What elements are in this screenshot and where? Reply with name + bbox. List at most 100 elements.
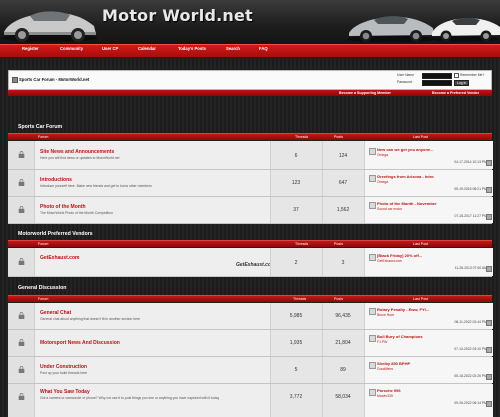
- post-icon: [369, 362, 376, 369]
- post-icon: [369, 254, 376, 261]
- last-post-title[interactable]: [Black Friday] 20% off...: [377, 253, 422, 258]
- login-button[interactable]: Log in: [454, 80, 470, 86]
- remember-checkbox[interactable]: [454, 73, 459, 78]
- last-post-cell: Greetings from Arizona - Intro Omega 05-…: [364, 170, 493, 196]
- sports-car-graphic-silver: [347, 16, 435, 43]
- last-post-user[interactable]: Bruce Hunt: [377, 313, 394, 317]
- nav-community[interactable]: Community: [60, 46, 83, 51]
- forum-title[interactable]: Motorsport News And Discussion: [40, 340, 120, 346]
- go-to-post-icon[interactable]: [486, 401, 492, 407]
- go-to-post-icon[interactable]: [486, 160, 492, 166]
- username-input[interactable]: [422, 73, 452, 79]
- nav-user-cp[interactable]: User CP: [102, 46, 118, 51]
- forum-title[interactable]: GetExhaust.com: [40, 255, 79, 261]
- forum-lock-icon: [18, 393, 25, 400]
- forum-row: General Chat General chat about anything…: [8, 303, 493, 330]
- forum-title[interactable]: Under Construction: [40, 364, 87, 370]
- last-post-title[interactable]: Greetings from Arizona - Intro: [377, 174, 434, 179]
- last-post-cell: Photo of the Month - November Sound car …: [364, 197, 493, 223]
- post-icon: [369, 389, 376, 396]
- post-count: 58,034: [335, 394, 351, 400]
- last-post-title[interactable]: Bull Bury of Champions: [377, 334, 423, 339]
- last-post-title[interactable]: Photo of the Month - November: [377, 201, 437, 206]
- last-post-cell: Porsche 996 Marvin335 09-26-2022 06:14 P…: [364, 384, 493, 417]
- last-post-cell: New can we get you anyone... Omega 04-17…: [364, 141, 493, 169]
- forum-lock-icon: [18, 258, 25, 265]
- post-icon: [369, 148, 376, 155]
- go-to-post-icon[interactable]: [486, 214, 492, 220]
- last-post-cell: Bull Bury of Champions F1 PW 07-14-2022 …: [364, 330, 493, 356]
- forum-lock-icon: [18, 179, 25, 186]
- forum-description: General chat about anything that doesn't…: [40, 317, 140, 321]
- password-label: Password: [397, 80, 412, 84]
- forum-title[interactable]: Introductions: [40, 177, 72, 183]
- last-post-user[interactable]: Goodlifevs: [377, 367, 393, 371]
- forum-description: Post up your build threads here: [40, 371, 88, 375]
- post-icon: [369, 335, 376, 342]
- last-post-cell: [Black Friday] 20% off... GetExhaust.com…: [364, 248, 493, 276]
- thread-count: 2: [294, 260, 298, 266]
- home-icon[interactable]: [12, 77, 18, 83]
- category-title-general-discussion[interactable]: General Discussion: [18, 285, 66, 291]
- last-post-user[interactable]: Marvin335: [377, 394, 393, 398]
- last-post-user[interactable]: GetExhaust.com: [377, 259, 402, 263]
- col-threads-label: Threads: [295, 241, 309, 246]
- last-post-date: 05-19-2015 08:21 PM: [454, 187, 487, 191]
- sports-car-graphic-white: [432, 17, 500, 42]
- password-input[interactable]: [422, 80, 452, 86]
- last-post-date: 08-11-2022 02:44 PM: [454, 320, 487, 324]
- last-post-date: 04-17-2014 10:13 PM: [454, 160, 487, 164]
- supporting-member-link[interactable]: Become a Supporting Member: [339, 91, 391, 95]
- nav-faq[interactable]: FAQ: [259, 46, 268, 51]
- nav-register[interactable]: Register: [22, 46, 39, 51]
- thread-count: 6: [294, 153, 298, 159]
- forum-title[interactable]: Photo of the Month: [40, 204, 86, 210]
- col-posts-label: Posts: [334, 296, 343, 301]
- last-post-user[interactable]: F1 PW: [377, 340, 387, 344]
- post-count: 1,562: [336, 207, 350, 213]
- go-to-post-icon[interactable]: [486, 187, 492, 193]
- nav-todays-posts[interactable]: Today's Posts: [178, 46, 206, 51]
- go-to-post-icon[interactable]: [486, 320, 492, 326]
- last-post-cell: Shelby 850 BPHP Goodlifevs 05-18-2022 02…: [364, 357, 493, 383]
- post-count: 89: [340, 367, 346, 373]
- forum-title[interactable]: Site News and Announcements: [40, 149, 114, 155]
- go-to-post-icon[interactable]: [486, 266, 492, 272]
- last-post-user[interactable]: Omega: [377, 180, 388, 184]
- forum-title[interactable]: What You Saw Today: [40, 389, 90, 395]
- last-post-title[interactable]: Rotary Penalty - Eww, FYI...: [377, 307, 429, 312]
- site-header: Motor World.net: [0, 0, 500, 44]
- last-post-cell: Rotary Penalty - Eww, FYI... Bruce Hunt …: [364, 303, 493, 329]
- forum-row: Under Construction Post up your build th…: [8, 357, 493, 384]
- last-post-date: 07-15-2017 11:27 PM: [454, 214, 487, 218]
- forum-title[interactable]: General Chat: [40, 310, 71, 316]
- category-title-preferred-vendors[interactable]: Motorworld Preferred Vendors: [18, 231, 93, 237]
- forum-row: What You Saw Today Got a camera or camco…: [8, 384, 493, 417]
- go-to-post-icon[interactable]: [486, 347, 492, 353]
- go-to-post-icon[interactable]: [486, 374, 492, 380]
- nav-calendar[interactable]: Calendar: [138, 46, 156, 51]
- post-icon: [369, 202, 376, 209]
- post-icon: [369, 175, 376, 182]
- last-post-date: 09-26-2022 06:14 PM: [454, 401, 487, 405]
- last-post-user[interactable]: Omega: [377, 153, 388, 157]
- site-logo[interactable]: Motor World.net: [102, 6, 253, 25]
- forum-description: Got a camera or camcorder or phone? Why …: [40, 396, 220, 400]
- last-post-title[interactable]: Shelby 850 BPHP: [377, 361, 410, 366]
- forum-description: Here you will find news or updates to Mo…: [40, 156, 120, 160]
- last-post-user[interactable]: Sound car motor: [377, 207, 402, 211]
- forum-row: Photo of the Month The MotorWorld Photo …: [8, 197, 493, 224]
- forum-row: Introductions Introduce yourself here. M…: [8, 170, 493, 197]
- nav-search[interactable]: Search: [226, 46, 240, 51]
- breadcrumb[interactable]: Sports Car Forum - MotorWorld.net: [19, 77, 89, 82]
- last-post-title[interactable]: New can we get you anyone...: [377, 147, 433, 152]
- col-lastpost-label: Last Post: [413, 296, 428, 301]
- post-count: 96,435: [335, 313, 351, 319]
- preferred-vendor-link[interactable]: Become a Preferred Vendor: [432, 91, 479, 95]
- col-posts-label: Posts: [334, 241, 343, 246]
- forum-row: Site News and Announcements Here you wil…: [8, 141, 493, 170]
- column-header-bar: Forum Threads Posts Last Post: [8, 295, 492, 302]
- col-threads-label: Threads: [293, 296, 307, 301]
- last-post-title[interactable]: Porsche 996: [377, 388, 401, 393]
- category-title-sports-car-forum[interactable]: Sports Car Forum: [18, 124, 62, 130]
